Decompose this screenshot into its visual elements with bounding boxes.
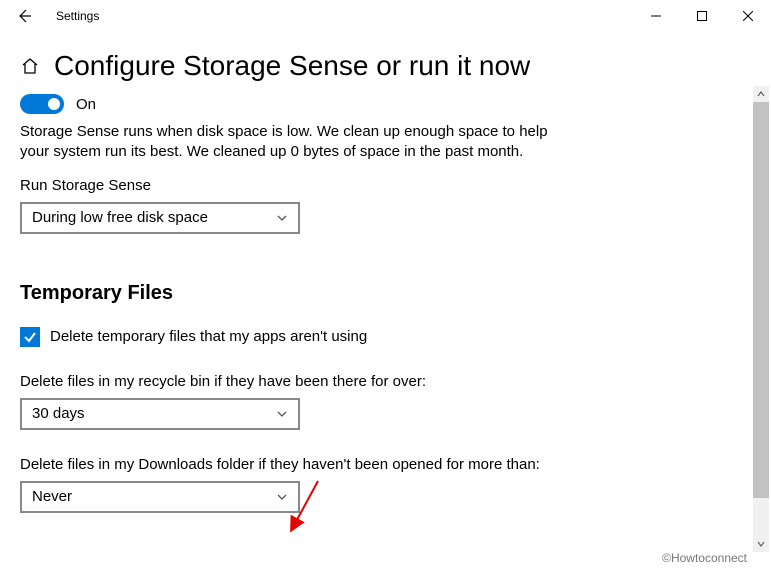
chevron-down-icon [276, 408, 288, 420]
downloads-dropdown[interactable]: Never [20, 481, 300, 513]
run-storage-sense-label: Run Storage Sense [20, 177, 720, 194]
delete-temp-checkbox[interactable] [20, 327, 40, 347]
delete-temp-checkbox-label: Delete temporary files that my apps aren… [50, 328, 367, 345]
page-header: Configure Storage Sense or run it now [0, 32, 771, 90]
watermark: ©Howtoconnect [662, 551, 747, 565]
recycle-bin-dropdown[interactable]: 30 days [20, 398, 300, 430]
run-storage-sense-dropdown[interactable]: During low free disk space [20, 202, 300, 234]
storage-sense-toggle-row: On [20, 94, 720, 114]
scroll-thumb[interactable] [753, 102, 769, 498]
scroll-down-arrow[interactable] [753, 536, 769, 552]
window-controls [633, 0, 771, 32]
titlebar: Settings [0, 0, 771, 32]
storage-sense-description: Storage Sense runs when disk space is lo… [20, 122, 580, 163]
checkmark-icon [23, 330, 37, 344]
arrow-left-icon [16, 8, 32, 24]
page-title: Configure Storage Sense or run it now [54, 50, 530, 82]
storage-sense-toggle[interactable] [20, 94, 64, 114]
downloads-label: Delete files in my Downloads folder if t… [20, 456, 720, 473]
recycle-bin-label: Delete files in my recycle bin if they h… [20, 373, 720, 390]
minimize-icon [651, 11, 661, 21]
home-icon [20, 56, 40, 76]
toggle-knob [48, 98, 60, 110]
back-button[interactable] [8, 0, 40, 32]
chevron-up-icon [756, 89, 766, 99]
downloads-value: Never [32, 488, 72, 505]
temporary-files-heading: Temporary Files [20, 282, 720, 305]
minimize-button[interactable] [633, 0, 679, 32]
close-icon [743, 11, 753, 21]
chevron-down-icon [756, 539, 766, 549]
chevron-down-icon [276, 212, 288, 224]
chevron-down-icon [276, 491, 288, 503]
maximize-icon [697, 11, 707, 21]
toggle-state-label: On [76, 96, 96, 113]
home-button[interactable] [20, 56, 40, 76]
app-title: Settings [56, 9, 99, 23]
close-button[interactable] [725, 0, 771, 32]
maximize-button[interactable] [679, 0, 725, 32]
run-storage-sense-value: During low free disk space [32, 209, 208, 226]
scroll-up-arrow[interactable] [753, 86, 769, 102]
recycle-bin-value: 30 days [32, 405, 85, 422]
delete-temp-checkbox-row: Delete temporary files that my apps aren… [20, 327, 720, 347]
vertical-scrollbar[interactable] [753, 86, 769, 552]
content-area: On Storage Sense runs when disk space is… [0, 94, 740, 513]
